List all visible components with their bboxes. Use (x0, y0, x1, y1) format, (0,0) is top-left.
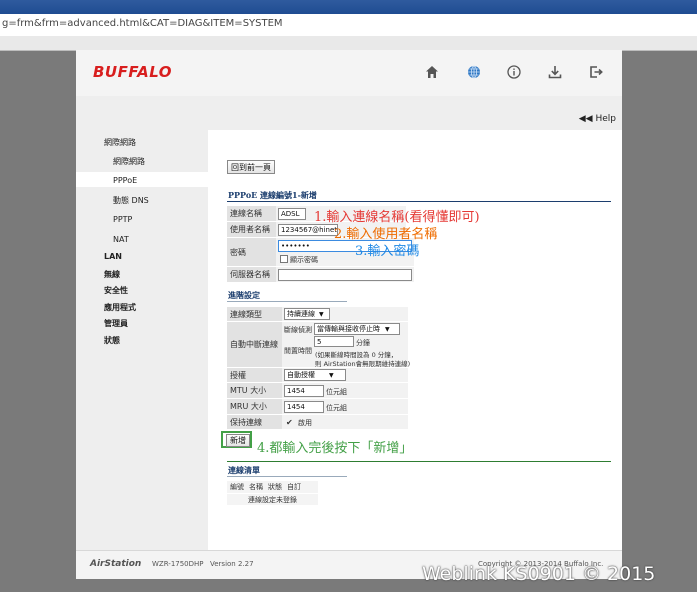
add-divider (227, 461, 611, 462)
keepalive-enable-label: 啟用 (298, 419, 312, 427)
address-url[interactable]: g=frm&frm=advanced.html&CAT=DIAG&ITEM=SY… (2, 18, 283, 29)
section-title: PPPoE 連線編號1-新增 (228, 190, 317, 200)
conn-name-input[interactable]: ADSL (278, 208, 306, 220)
keepalive-checkbox[interactable]: ✔ (286, 418, 293, 427)
idle-note-2: 則 AirStation會無限期維持連線) (315, 360, 411, 368)
mtu-unit: 位元組 (326, 388, 347, 396)
annotation-3: 3.輸入密碼 (355, 244, 420, 259)
advanced-divider (227, 301, 347, 302)
back-button[interactable]: 回到前一頁 (227, 160, 275, 174)
chevron-down-icon: ▼ (329, 371, 334, 379)
server-label: 伺服器名稱 (227, 267, 276, 282)
model-name: WZR-1750DHP (152, 560, 204, 568)
idle-time-input[interactable]: 5 (314, 336, 354, 347)
server-input[interactable] (278, 269, 412, 281)
firmware-version: Version 2.27 (210, 560, 254, 568)
sidebar-item-admin[interactable]: 管理員 (104, 318, 128, 329)
disconnect-mode-select[interactable]: 當傳輸與接收停止時 ▼ (314, 323, 400, 335)
sidebar-item-security[interactable]: 安全性 (104, 285, 128, 296)
sidebar-item-nat[interactable]: NAT (113, 235, 129, 244)
section-divider (227, 201, 611, 202)
chevron-down-icon: ▼ (319, 310, 324, 318)
list-empty-text: 連線設定未登錄 (248, 495, 297, 504)
chevron-down-icon: ▼ (385, 325, 390, 333)
help-bar: ◀◀ Help (76, 96, 622, 130)
disconnect-mode-label: 斷線偵測 (284, 326, 312, 334)
info-icon[interactable] (504, 62, 524, 82)
list-header-status: 狀態 (268, 483, 282, 491)
advanced-title: 進階設定 (228, 290, 260, 300)
list-header-custom: 自訂 (287, 483, 301, 491)
list-header-row: 編號 名稱 狀態 自訂 (227, 481, 318, 493)
browser-title-strip (0, 0, 697, 14)
sidebar-item-pppoe[interactable]: PPPoE (76, 172, 208, 187)
mtu-label: MTU 大小 (227, 383, 282, 398)
idle-time-unit: 分鐘 (356, 339, 370, 347)
sidebar-item-pptp[interactable]: PPTP (113, 215, 132, 224)
browser-toolbar (0, 36, 697, 51)
idle-time-label: 閒置時間 (284, 347, 312, 355)
watermark: Weblink KS0901 © 2015 (422, 563, 656, 585)
add-button[interactable]: 新增 (226, 434, 250, 447)
download-icon[interactable] (545, 62, 565, 82)
sidebar-item-wireless[interactable]: 無線 (104, 269, 120, 280)
user-label: 使用者名稱 (227, 222, 276, 237)
buffalo-logo: BUFFALO (93, 63, 173, 81)
annotation-4: 4.都輸入完後按下「新增」 (257, 441, 413, 456)
home-icon[interactable] (422, 62, 442, 82)
show-password-label: 顯示密碼 (290, 256, 318, 264)
list-divider (227, 476, 347, 477)
sidebar-item-status[interactable]: 狀態 (104, 335, 120, 346)
conn-type-label: 連線類型 (227, 307, 282, 321)
sidebar-item-lan[interactable]: LAN (104, 252, 122, 261)
password-label: 密碼 (227, 238, 276, 266)
sidebar-item-applications[interactable]: 應用程式 (104, 302, 136, 313)
globe-icon[interactable] (464, 62, 484, 82)
mru-unit: 位元組 (326, 404, 347, 412)
sidebar: 網際網路 網際網路 PPPoE 動態 DNS PPTP NAT LAN 無線 安… (76, 130, 208, 550)
keepalive-label: 保持連線 (227, 415, 282, 429)
mru-label: MRU 大小 (227, 399, 282, 414)
auto-disconnect-label: 自動中斷連線 (227, 322, 282, 367)
page-header: BUFFALO (76, 50, 622, 97)
list-empty-row: 連線設定未登錄 (227, 494, 318, 505)
sidebar-item-ddns[interactable]: 動態 DNS (113, 195, 149, 206)
router-page: BUFFALO ◀◀ Help 網際網路 網際網路 PPPoE 動態 DNS P… (76, 50, 622, 579)
help-link[interactable]: ◀◀ Help (579, 114, 616, 124)
conn-name-label: 連線名稱 (227, 206, 276, 221)
list-header-number: 編號 (230, 483, 244, 491)
auth-select[interactable]: 自動授權 ▼ (284, 369, 346, 381)
sidebar-item-internet[interactable]: 網際網路 (113, 156, 145, 167)
mtu-input[interactable]: 1454 (284, 385, 324, 397)
address-bar[interactable]: g=frm&frm=advanced.html&CAT=DIAG&ITEM=SY… (0, 14, 697, 37)
airstation-brand: AirStation (90, 559, 142, 569)
user-input[interactable]: 1234567@hinet.net (278, 224, 338, 236)
auth-label: 授權 (227, 368, 282, 382)
list-title: 連線清單 (228, 465, 260, 475)
mru-input[interactable]: 1454 (284, 401, 324, 413)
logout-icon[interactable] (586, 62, 606, 82)
sidebar-item-internet-group[interactable]: 網際網路 (104, 137, 136, 148)
list-header-name: 名稱 (249, 483, 263, 491)
show-password-checkbox[interactable] (280, 255, 288, 263)
content-panel: 回到前一頁 PPPoE 連線編號1-新增 連線名稱 ADSL 使用者名稱 123… (208, 130, 622, 550)
conn-type-select[interactable]: 持續連線 ▼ (284, 308, 330, 320)
